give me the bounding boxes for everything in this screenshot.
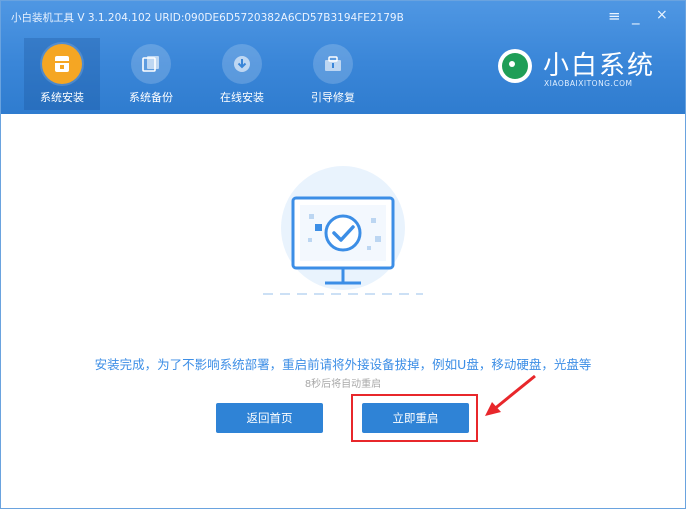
annotation-highlight-box xyxy=(351,394,478,442)
restart-countdown: 8秒后将自动重启 xyxy=(304,379,382,390)
menu-icon[interactable]: ≡ xyxy=(608,7,621,25)
nav-label: 系统安装 xyxy=(40,91,84,104)
repair-icon xyxy=(313,44,353,84)
minimize-button[interactable]: _ xyxy=(632,7,640,25)
xiaobai-logo-icon xyxy=(498,49,532,83)
backup-icon xyxy=(131,44,171,84)
back-home-button[interactable]: 返回首页 xyxy=(216,403,323,433)
install-icon xyxy=(42,44,82,84)
window-title: 小白装机工具 V 3.1.204.102 URID:090DE6D5720382… xyxy=(11,12,404,24)
monitor-check-icon xyxy=(263,166,423,316)
nav-label: 在线安装 xyxy=(220,91,264,104)
close-button[interactable]: × xyxy=(656,7,668,23)
brand-name: 小白系统 xyxy=(543,51,656,81)
nav-boot-repair[interactable]: 引导修复 xyxy=(295,38,371,110)
nav-label: 引导修复 xyxy=(311,91,355,104)
nav-system-install[interactable]: 系统安装 xyxy=(24,38,100,110)
brand-url: XIAOBAIXITONG.COM xyxy=(544,79,633,88)
install-complete-message: 安装完成，为了不影响系统部署，重启前请将外接设备拔掉，例如U盘，移动硬盘，光盘等 xyxy=(94,357,592,372)
brand-logo: 小白系统 XIAOBAIXITONG.COM xyxy=(498,45,658,95)
nav-online-install[interactable]: 在线安装 xyxy=(204,38,280,110)
main-content: 安装完成，为了不影响系统部署，重启前请将外接设备拔掉，例如U盘，移动硬盘，光盘等… xyxy=(1,114,685,508)
header-bar: 小白装机工具 V 3.1.204.102 URID:090DE6D5720382… xyxy=(1,1,685,114)
download-icon xyxy=(222,44,262,84)
nav-system-backup[interactable]: 系统备份 xyxy=(113,38,189,110)
app-window: 小白装机工具 V 3.1.204.102 URID:090DE6D5720382… xyxy=(0,0,686,509)
annotation-arrow-icon xyxy=(485,374,536,416)
nav-label: 系统备份 xyxy=(129,91,173,104)
